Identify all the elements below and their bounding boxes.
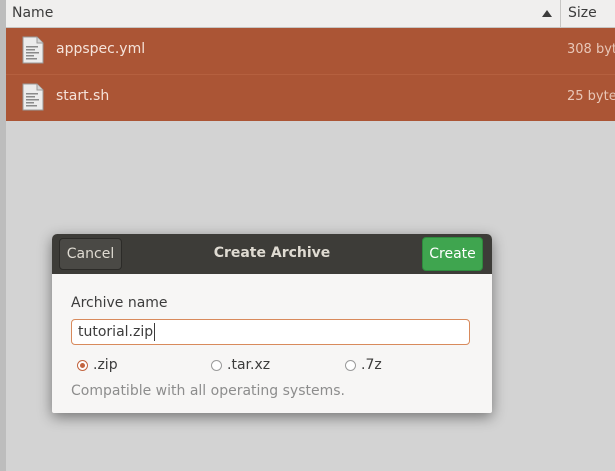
format-label-tar-xz: .tar.xz bbox=[227, 357, 271, 373]
sort-ascending-icon[interactable] bbox=[542, 10, 552, 17]
create-button[interactable]: Create bbox=[422, 237, 483, 271]
archive-name-label: Archive name bbox=[71, 295, 168, 311]
archive-name-input[interactable] bbox=[71, 319, 470, 345]
radio-unchecked-icon bbox=[211, 360, 222, 371]
file-rows: appspec.yml 308 bytes start.sh 25 bytes bbox=[6, 28, 615, 121]
file-row-start[interactable]: start.sh 25 bytes bbox=[6, 75, 615, 121]
file-size: 308 bytes bbox=[567, 42, 615, 57]
text-cursor bbox=[154, 323, 155, 341]
column-header-size[interactable]: Size bbox=[568, 5, 597, 21]
dialog-titlebar: Cancel Create Archive Create bbox=[52, 234, 492, 274]
file-name: start.sh bbox=[56, 88, 110, 104]
file-name: appspec.yml bbox=[56, 41, 146, 57]
column-header: Name Size bbox=[6, 0, 615, 28]
text-file-icon bbox=[22, 83, 44, 111]
text-file-icon bbox=[22, 36, 44, 64]
file-row-appspec[interactable]: appspec.yml 308 bytes bbox=[6, 28, 615, 75]
format-hint: Compatible with all operating systems. bbox=[71, 383, 345, 399]
format-label-zip: .zip bbox=[93, 357, 118, 373]
radio-checked-icon bbox=[77, 360, 88, 371]
file-size: 25 bytes bbox=[567, 89, 615, 104]
format-label-7z: .7z bbox=[361, 357, 382, 373]
column-separator bbox=[560, 0, 561, 27]
column-header-name[interactable]: Name bbox=[12, 5, 53, 21]
create-archive-dialog: Cancel Create Archive Create Archive nam… bbox=[52, 234, 492, 413]
radio-unchecked-icon bbox=[345, 360, 356, 371]
